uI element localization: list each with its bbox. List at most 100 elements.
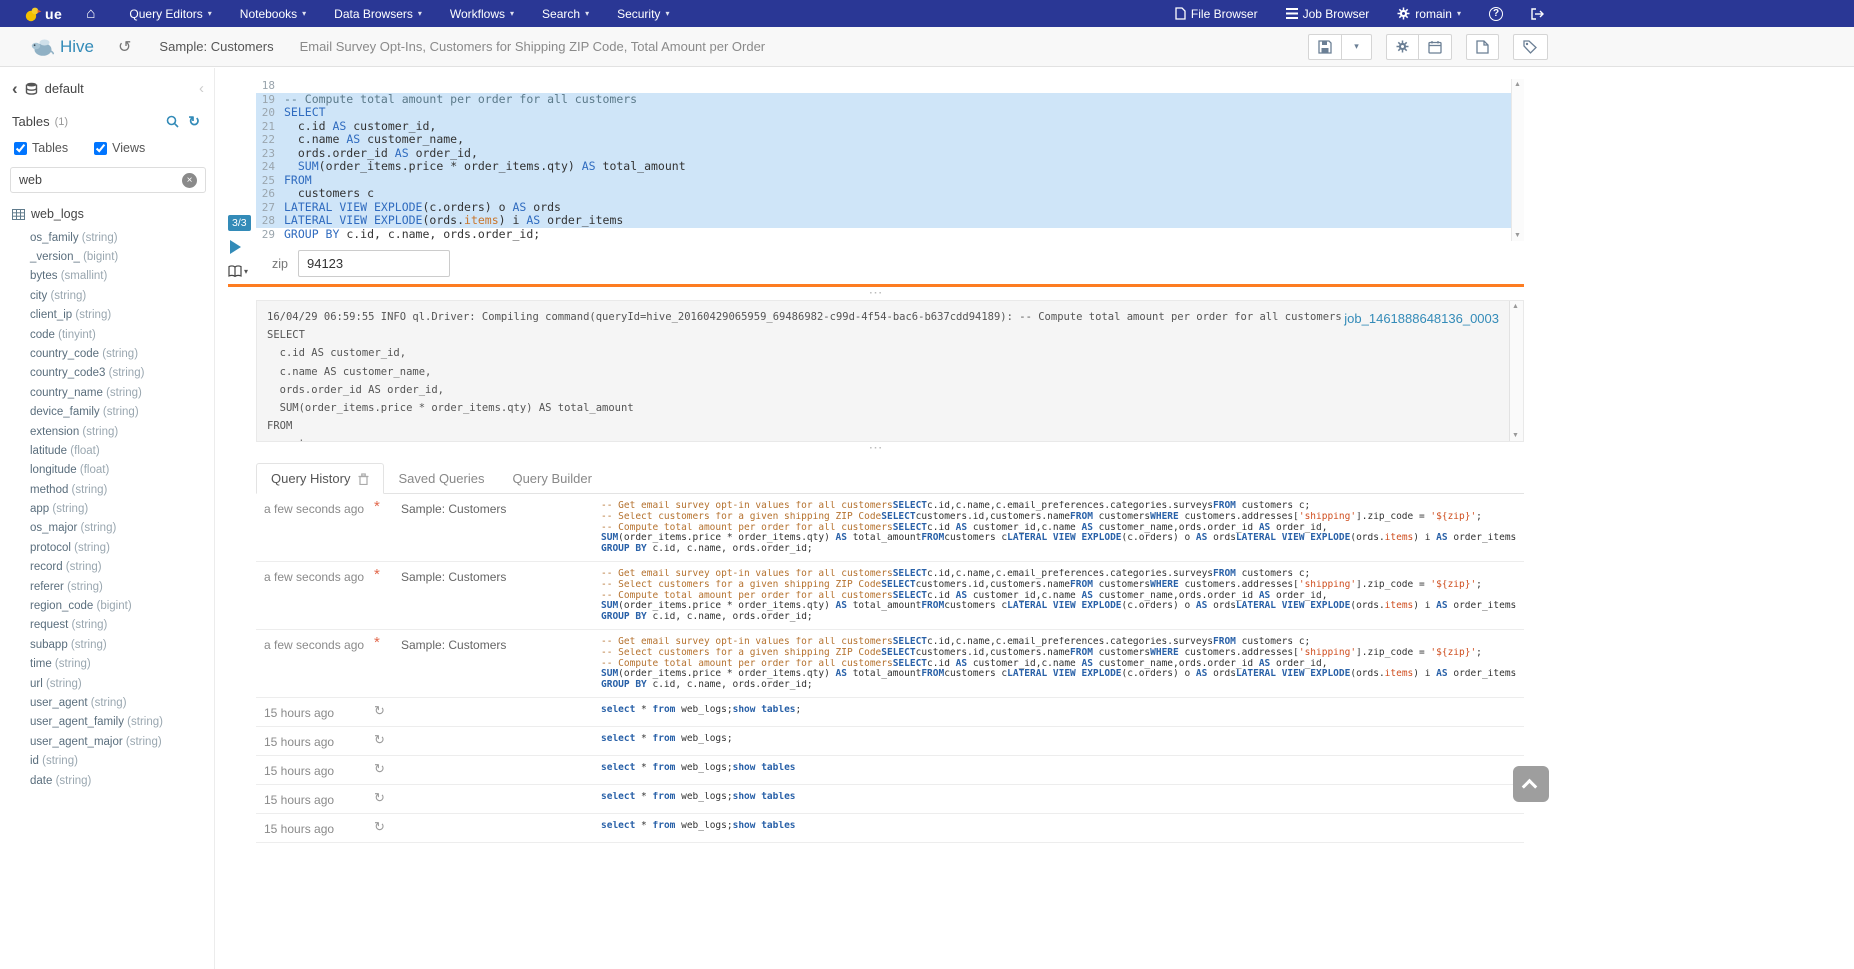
column-item[interactable]: record (string) <box>0 558 214 577</box>
column-item[interactable]: user_agent_major (string) <box>0 732 214 751</box>
schedule-button[interactable] <box>1419 34 1452 60</box>
tables-filter[interactable]: Tables <box>14 141 68 155</box>
column-item[interactable]: os_family (string) <box>0 228 214 247</box>
editor-line[interactable]: 20SELECT <box>256 106 1524 120</box>
column-item[interactable]: url (string) <box>0 674 214 693</box>
history-row[interactable]: 15 hours ago↻select * from web_logs;show… <box>256 785 1524 814</box>
column-item[interactable]: city (string) <box>0 286 214 305</box>
save-button[interactable] <box>1308 34 1342 60</box>
tags-button[interactable] <box>1513 34 1548 60</box>
sql-editor[interactable]: 1819-- Compute total amount per order fo… <box>256 79 1524 241</box>
column-item[interactable]: app (string) <box>0 499 214 518</box>
editor-line[interactable]: 28LATERAL VIEW EXPLODE(ords.items) i AS … <box>256 214 1524 228</box>
column-item[interactable]: referer (string) <box>0 577 214 596</box>
job-link[interactable]: job_1461888648136_0003 <box>1344 311 1499 326</box>
column-item[interactable]: country_name (string) <box>0 383 214 402</box>
clear-history-icon[interactable] <box>358 473 369 485</box>
menu-notebooks[interactable]: Notebooks▾ <box>226 0 320 27</box>
app-name[interactable]: Hive <box>60 37 94 57</box>
job-browser-link[interactable]: Job Browser <box>1272 0 1384 27</box>
table-filter-input[interactable] <box>10 167 206 193</box>
editor-line[interactable]: 27LATERAL VIEW EXPLODE(c.orders) o AS or… <box>256 201 1524 215</box>
table-item-web-logs[interactable]: web_logs <box>0 195 214 225</box>
history-row[interactable]: a few seconds ago*Sample: Customers-- Ge… <box>256 494 1524 562</box>
new-query-button[interactable] <box>1466 34 1499 60</box>
editor-line[interactable]: 29GROUP BY c.id, c.name, ords.order_id; <box>256 228 1524 242</box>
column-item[interactable]: os_major (string) <box>0 519 214 538</box>
editor-line[interactable]: 22 c.name AS customer_name, <box>256 133 1524 147</box>
column-item[interactable]: user_agent_family (string) <box>0 713 214 732</box>
tab-saved-queries[interactable]: Saved Queries <box>384 464 498 493</box>
execute-button[interactable] <box>230 240 241 254</box>
refresh-icon[interactable]: ↻ <box>188 113 200 130</box>
column-item[interactable]: extension (string) <box>0 422 214 441</box>
column-item[interactable]: device_family (string) <box>0 403 214 422</box>
history-row[interactable]: 15 hours ago↻select * from web_logs;show… <box>256 698 1524 727</box>
editor-line[interactable]: 25FROM <box>256 174 1524 188</box>
column-item[interactable]: date (string) <box>0 771 214 790</box>
editor-line[interactable]: 26 customers c <box>256 187 1524 201</box>
editor-line[interactable]: 18 <box>256 79 1524 93</box>
history-row[interactable]: a few seconds ago*Sample: Customers-- Ge… <box>256 630 1524 698</box>
editor-line[interactable]: 23 ords.order_id AS order_id, <box>256 147 1524 161</box>
search-icon[interactable] <box>166 115 179 128</box>
collapse-assist-icon[interactable]: ‹ <box>199 80 204 97</box>
menu-security[interactable]: Security▾ <box>603 0 683 27</box>
user-menu[interactable]: romain ▾ <box>1383 0 1475 27</box>
column-item[interactable]: longitude (float) <box>0 461 214 480</box>
column-item[interactable]: user_agent (string) <box>0 693 214 712</box>
column-item[interactable]: region_code (bigint) <box>0 596 214 615</box>
home-button[interactable]: ⌂ <box>72 0 109 27</box>
tables-checkbox[interactable] <box>14 142 27 155</box>
column-item[interactable]: bytes (smallint) <box>0 267 214 286</box>
views-filter[interactable]: Views <box>94 141 145 155</box>
history-row[interactable]: a few seconds ago*Sample: Customers-- Ge… <box>256 562 1524 630</box>
column-item[interactable]: code (tinyint) <box>0 325 214 344</box>
resize-handle-bottom[interactable]: ⋯ <box>228 442 1524 455</box>
editor-line[interactable]: 24 SUM(order_items.price * order_items.q… <box>256 160 1524 174</box>
log-scrollbar[interactable]: ▲ ▼ <box>1509 301 1523 441</box>
column-item[interactable]: method (string) <box>0 480 214 499</box>
menu-query-editors[interactable]: Query Editors▾ <box>115 0 225 27</box>
save-options-button[interactable]: ▾ <box>1342 34 1372 60</box>
tab-query-history[interactable]: Query History <box>256 463 384 494</box>
menu-search[interactable]: Search▾ <box>528 0 603 27</box>
column-item[interactable]: client_ip (string) <box>0 306 214 325</box>
database-name[interactable]: default <box>45 81 84 96</box>
history-row[interactable]: 15 hours ago↻select * from web_logs;show… <box>256 814 1524 843</box>
scroll-top-button[interactable] <box>1513 766 1549 802</box>
column-item[interactable]: protocol (string) <box>0 538 214 557</box>
scroll-down-icon[interactable]: ▼ <box>1512 432 1519 439</box>
column-item[interactable]: time (string) <box>0 655 214 674</box>
scroll-up-icon[interactable]: ▲ <box>1512 303 1519 310</box>
column-item[interactable]: latitude (float) <box>0 441 214 460</box>
resize-handle-top[interactable]: ⋯ <box>228 287 1524 300</box>
snippet-type-menu[interactable]: ▾ <box>228 265 248 277</box>
tab-query-builder[interactable]: Query Builder <box>498 464 605 493</box>
file-browser-link[interactable]: File Browser <box>1161 0 1272 27</box>
history-row[interactable]: 15 hours ago↻select * from web_logs;show… <box>256 756 1524 785</box>
editor-line[interactable]: 21 c.id AS customer_id, <box>256 120 1524 134</box>
scroll-down-icon[interactable]: ▼ <box>1514 232 1521 239</box>
help-button[interactable]: ? <box>1475 0 1517 27</box>
variable-input[interactable] <box>298 250 450 277</box>
settings-button[interactable] <box>1386 34 1419 60</box>
history-row[interactable]: 15 hours ago↻select * from web_logs; <box>256 727 1524 756</box>
editor-line[interactable]: 19-- Compute total amount per order for … <box>256 93 1524 107</box>
column-item[interactable]: country_code (string) <box>0 344 214 363</box>
column-item[interactable]: request (string) <box>0 616 214 635</box>
clear-search-icon[interactable]: × <box>182 173 197 188</box>
hue-logo[interactable]: ue <box>14 6 72 22</box>
views-checkbox[interactable] <box>94 142 107 155</box>
logout-button[interactable] <box>1517 0 1558 27</box>
recent-queries-icon[interactable]: ↺ <box>118 37 131 57</box>
column-item[interactable]: id (string) <box>0 752 214 771</box>
column-item[interactable]: subapp (string) <box>0 635 214 654</box>
editor-scrollbar[interactable]: ▲ ▼ <box>1511 79 1524 241</box>
column-item[interactable]: country_code3 (string) <box>0 364 214 383</box>
back-icon[interactable]: ‹ <box>12 82 18 96</box>
menu-workflows[interactable]: Workflows▾ <box>436 0 528 27</box>
column-item[interactable]: _version_ (bigint) <box>0 247 214 266</box>
scroll-up-icon[interactable]: ▲ <box>1514 81 1521 88</box>
menu-data-browsers[interactable]: Data Browsers▾ <box>320 0 436 27</box>
